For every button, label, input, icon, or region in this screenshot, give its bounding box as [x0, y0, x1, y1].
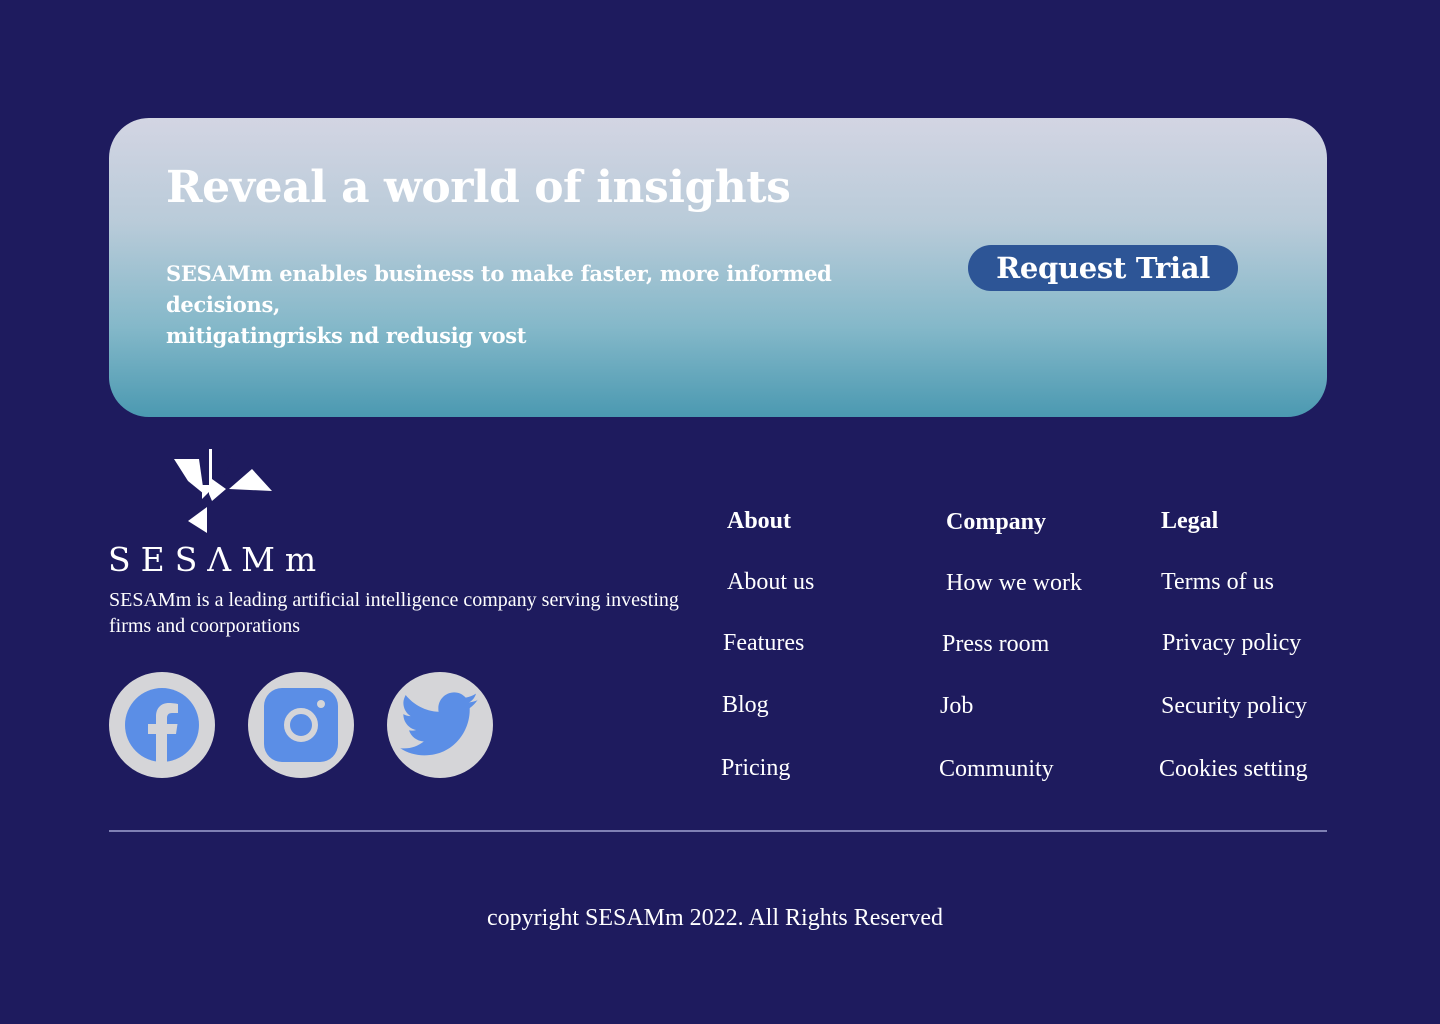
footer-link-cookies-setting[interactable]: Cookies setting: [1159, 756, 1308, 783]
brand-description: SESAMm is a leading artificial intellige…: [109, 589, 679, 637]
footer-link-terms[interactable]: Terms of us: [1161, 569, 1274, 596]
copyright-text: copyright SESAMm 2022. All Rights Reserv…: [487, 905, 943, 931]
footer-link-features[interactable]: Features: [723, 630, 804, 657]
cta-description-line-2: mitigatingrisks nd redusig vost: [166, 323, 527, 348]
facebook-link[interactable]: [109, 672, 215, 778]
footer-link-security-policy[interactable]: Security policy: [1161, 693, 1307, 720]
footer-link-how-we-work[interactable]: How we work: [946, 570, 1082, 597]
footer-link-privacy-policy[interactable]: Privacy policy: [1162, 630, 1301, 657]
instagram-link[interactable]: [248, 672, 354, 778]
request-trial-button[interactable]: Request Trial: [968, 245, 1238, 291]
sesamm-logo-icon: [174, 449, 272, 533]
footer-heading-about: About: [727, 508, 792, 534]
footer-link-community[interactable]: Community: [939, 756, 1054, 783]
footer-link-press-room[interactable]: Press room: [942, 631, 1049, 658]
twitter-link[interactable]: [387, 672, 493, 778]
facebook-icon: [125, 688, 199, 762]
instagram-icon: [264, 688, 338, 762]
cta-title: Reveal a world of insights: [166, 162, 791, 213]
twitter-icon: [400, 692, 479, 756]
logo-wordmark: SESΛMm: [108, 540, 327, 579]
cta-description: SESAMm enables business to make faster, …: [166, 258, 946, 351]
footer-heading-legal: Legal: [1161, 508, 1219, 534]
cta-description-line-1: SESAMm enables business to make faster, …: [166, 261, 832, 317]
footer-link-blog[interactable]: Blog: [722, 692, 769, 719]
footer-heading-company: Company: [946, 509, 1047, 535]
footer-divider: [109, 830, 1327, 832]
footer-link-job[interactable]: Job: [940, 693, 973, 720]
cta-banner: Reveal a world of insights SESAMm enable…: [109, 118, 1327, 417]
footer-link-about-us[interactable]: About us: [727, 569, 814, 596]
footer-link-pricing[interactable]: Pricing: [721, 755, 790, 782]
